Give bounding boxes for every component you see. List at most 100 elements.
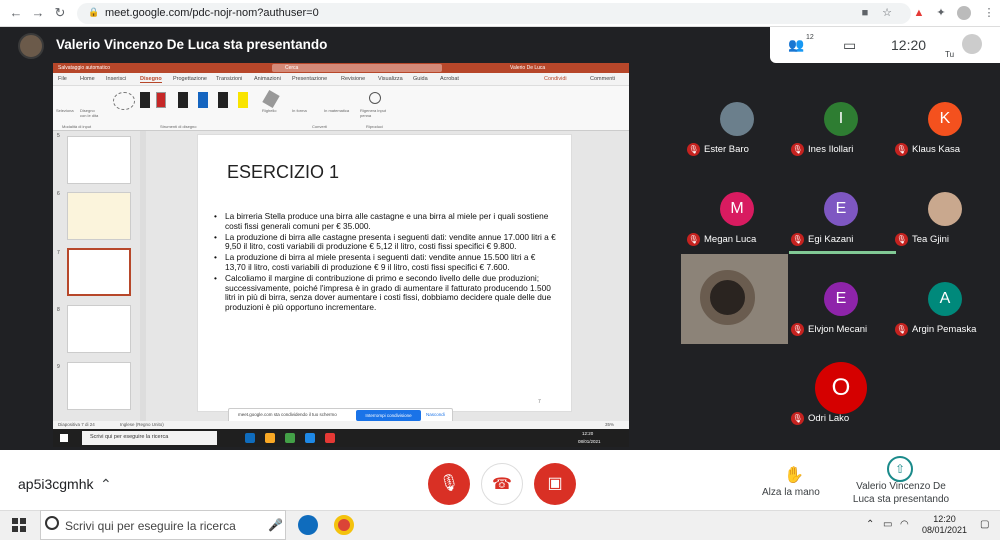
ppt-menu-item[interactable]: Home xyxy=(80,76,95,82)
ppt-menu-item[interactable]: Progettazione xyxy=(173,76,207,82)
chrome-icon[interactable] xyxy=(285,433,295,443)
highlighter-icon[interactable] xyxy=(238,92,248,108)
comments-button[interactable]: Commenti xyxy=(590,76,615,82)
ppt-user-name: Valerio De Luca xyxy=(510,65,546,71)
ribbon-btn-finger[interactable]: Disegno con le dita xyxy=(80,108,102,118)
ppt-menu-item[interactable]: Acrobat xyxy=(440,76,459,82)
pen-black-icon-3[interactable] xyxy=(218,92,228,108)
menu-dots-icon[interactable]: ⋮ xyxy=(982,6,996,20)
present-screen-icon[interactable]: ⇧ xyxy=(887,456,913,482)
ribbon-btn-replay[interactable]: Rigenera input penna xyxy=(360,108,390,118)
ppt-menu-item[interactable]: Animazioni xyxy=(254,76,281,82)
ribbon-btn-ruler[interactable]: Righello xyxy=(262,108,276,113)
ppt-menu-item[interactable]: Revisione xyxy=(341,76,365,82)
participant-avatar: E xyxy=(824,192,858,226)
autosave-label[interactable]: Salvataggio automatico xyxy=(58,65,110,71)
explorer-icon[interactable] xyxy=(265,433,275,443)
pdf-extension-icon[interactable]: ▲ xyxy=(912,6,926,20)
taskbar-date: 08/01/2021 xyxy=(922,525,968,535)
meet-time: 12:20 xyxy=(891,37,927,53)
ppt-menu-item[interactable]: Presentazione xyxy=(292,76,327,82)
ppt-menu-item[interactable]: Transizioni xyxy=(216,76,242,82)
thumb-number: 8 xyxy=(57,307,60,313)
participant-name: Megan Luca xyxy=(704,234,757,245)
windows-start-icon[interactable] xyxy=(12,518,26,532)
word-icon[interactable] xyxy=(305,433,315,443)
stop-sharing-button[interactable]: Interrompi condivisione xyxy=(356,410,421,421)
pen-blue-icon[interactable] xyxy=(198,92,208,108)
back-icon[interactable]: ← xyxy=(8,5,24,21)
slide-thumbnail[interactable] xyxy=(67,192,131,240)
participant-name: Odri Lako xyxy=(808,413,850,424)
hide-notice-button[interactable]: Nascondi xyxy=(426,412,445,417)
participant-name: Argin Pemaska xyxy=(912,324,977,335)
taskbar-clock[interactable]: 12:20 08/01/2021 xyxy=(922,514,967,536)
end-call-button[interactable]: ☎ xyxy=(481,463,523,505)
camera-icon[interactable]: ■ xyxy=(858,6,872,20)
microphone-icon[interactable]: 🎤 xyxy=(268,518,283,532)
participant-avatar: E xyxy=(824,282,858,316)
pen-black-icon-2[interactable] xyxy=(178,92,188,108)
ppt-menu-item[interactable]: Disegno xyxy=(140,76,162,83)
participant-avatar: K xyxy=(928,102,962,136)
slide-thumbnail[interactable] xyxy=(67,362,131,410)
participant-avatar xyxy=(720,102,754,136)
forward-icon[interactable]: → xyxy=(30,5,46,21)
taskbar-time: 12:20 xyxy=(933,514,956,524)
mic-muted-icon: 🎙 xyxy=(895,323,908,336)
notifications-icon[interactable]: ▢ xyxy=(980,519,989,530)
ppt-icon[interactable] xyxy=(325,433,335,443)
profile-icon[interactable] xyxy=(957,6,971,20)
url-text: meet.google.com/pdc-nojr-nom?authuser=0 xyxy=(105,7,319,19)
ribbon-btn-math[interactable]: In matematica xyxy=(324,108,349,113)
slide-bullets: La birreria Stella produce una birra all… xyxy=(212,211,557,314)
ppt-menu-item[interactable]: Inserisci xyxy=(106,76,126,82)
share-button[interactable]: Condividi xyxy=(544,76,567,82)
thumbnails-scrollbar[interactable] xyxy=(140,131,146,421)
slide-thumbnail-selected[interactable] xyxy=(67,248,131,296)
inner-windows-icon[interactable] xyxy=(60,434,68,442)
slide-title: ESERCIZIO 1 xyxy=(227,162,340,182)
raise-hand-label[interactable]: Alza la mano xyxy=(762,487,820,498)
reload-icon[interactable]: ↻ xyxy=(52,5,68,21)
replay-icon[interactable] xyxy=(369,92,381,104)
camera-off-button[interactable]: ▣ xyxy=(534,463,576,505)
slide-bullet: La produzione di birra al miele presenta… xyxy=(212,253,557,272)
edge-taskbar-icon[interactable] xyxy=(298,515,318,535)
presenter-avatar xyxy=(18,33,44,59)
ribbon-btn-shape[interactable]: In forma xyxy=(292,108,307,113)
mic-off-button[interactable]: 🎙 xyxy=(428,463,470,505)
lasso-icon[interactable] xyxy=(113,92,135,110)
slide-thumbnail[interactable] xyxy=(67,305,131,353)
ribbon-btn-select[interactable]: Seleziona xyxy=(56,108,74,113)
participant-avatar: A xyxy=(928,282,962,316)
ppt-menu-item[interactable]: File xyxy=(58,76,67,82)
participant-avatar: I xyxy=(824,102,858,136)
participants-count: 12 xyxy=(806,34,814,41)
raise-hand-icon[interactable]: ✋ xyxy=(784,465,804,485)
ribbon-group-input: Modalità di input xyxy=(62,124,92,129)
participant-avatar xyxy=(928,192,962,226)
wifi-icon[interactable]: ◠ xyxy=(900,519,909,530)
pen-red-icon[interactable] xyxy=(156,92,166,108)
slide-thumbnail[interactable] xyxy=(67,136,131,184)
edge-icon[interactable] xyxy=(245,433,255,443)
ppt-menu-item[interactable]: Visualizza xyxy=(378,76,403,82)
tray-chevron-icon[interactable]: ⌃ xyxy=(866,519,874,530)
presenter-status-label[interactable]: Valerio Vincenzo De Luca sta presentando xyxy=(844,480,958,506)
chat-icon[interactable]: ▭ xyxy=(843,37,856,54)
lock-icon: 🔒 xyxy=(88,7,100,17)
star-icon[interactable]: ☆ xyxy=(880,6,894,20)
self-avatar xyxy=(962,34,982,54)
chrome-taskbar-icon[interactable] xyxy=(334,515,354,535)
ppt-menu-item[interactable]: Guida xyxy=(413,76,428,82)
people-icon[interactable]: 👥 xyxy=(788,37,804,53)
slide-bullet: La produzione di birra alle castagne pre… xyxy=(212,232,557,252)
participant-name: Ester Baro xyxy=(704,144,749,155)
mic-muted-icon: 🎙 xyxy=(895,143,908,156)
meeting-code[interactable]: ap5i3cgmhk xyxy=(18,476,94,492)
thumb-number: 7 xyxy=(57,250,60,256)
extensions-icon[interactable]: ✦ xyxy=(934,6,948,20)
pen-black-icon[interactable] xyxy=(140,92,150,108)
chevron-up-icon[interactable]: ⌃ xyxy=(100,476,112,493)
